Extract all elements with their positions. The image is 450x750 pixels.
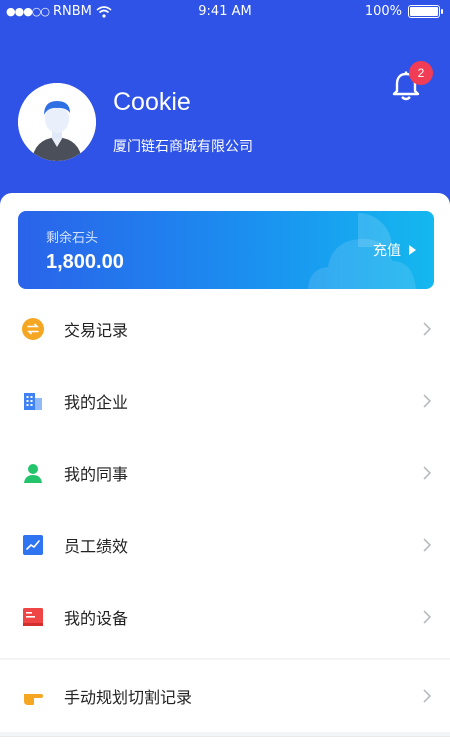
pointing-hand-icon <box>24 694 43 705</box>
device-icon <box>23 608 43 626</box>
play-arrow-icon <box>409 245 416 255</box>
profile-header: ●●●○○ RNBM 9:41 AM 100% 2 Cookie 厦门链石商城有… <box>0 0 450 215</box>
menu-item-enterprise[interactable]: 我的企业 <box>0 365 450 437</box>
menu-item-label: 我的设备 <box>64 609 129 628</box>
person-icon <box>24 464 42 483</box>
chevron-right-icon <box>423 394 432 408</box>
battery-percent: 100% <box>364 4 402 19</box>
status-bar: ●●●○○ RNBM 9:41 AM 100% <box>0 0 450 24</box>
exchange-icon <box>22 318 44 340</box>
account-panel: 剩余石头 1,800.00 充值 交易记录 我的企业 我的同事 员工绩效 我的设… <box>0 193 450 658</box>
cutting-records-group: 手动规划切割记录 <box>0 660 450 732</box>
chevron-right-icon <box>423 466 432 480</box>
menu-item-label: 交易记录 <box>64 321 129 340</box>
menu-item-performance[interactable]: 员工绩效 <box>0 509 450 581</box>
menu-item-cutting-records[interactable]: 手动规划切割记录 <box>0 660 450 732</box>
balance-amount: 1,800.00 <box>46 251 124 273</box>
chevron-right-icon <box>423 538 432 552</box>
recharge-label: 充值 <box>373 243 401 259</box>
menu-item-colleagues[interactable]: 我的同事 <box>0 437 450 509</box>
chevron-right-icon <box>423 689 432 703</box>
menu-item-label: 员工绩效 <box>64 537 129 556</box>
battery-icon <box>408 5 443 18</box>
menu-item-transactions[interactable]: 交易记录 <box>0 293 450 365</box>
chart-icon <box>23 535 43 555</box>
user-avatar-icon <box>18 83 96 161</box>
menu-item-devices[interactable]: 我的设备 <box>0 581 450 653</box>
menu-item-label: 我的同事 <box>64 465 129 484</box>
balance-card[interactable]: 剩余石头 1,800.00 充值 <box>18 211 434 289</box>
tab-bar-edge <box>0 736 450 750</box>
menu-item-label: 我的企业 <box>64 393 129 412</box>
chevron-right-icon <box>423 322 432 336</box>
recharge-button[interactable]: 充值 <box>373 240 416 260</box>
company-name: 厦门链石商城有限公司 <box>113 139 253 155</box>
menu-item-label: 手动规划切割记录 <box>64 688 193 707</box>
notification-badge: 2 <box>409 61 433 85</box>
avatar[interactable] <box>18 83 96 161</box>
building-icon <box>24 393 42 410</box>
balance-label: 剩余石头 <box>46 231 99 246</box>
user-name: Cookie <box>113 88 191 116</box>
chevron-right-icon <box>423 610 432 624</box>
